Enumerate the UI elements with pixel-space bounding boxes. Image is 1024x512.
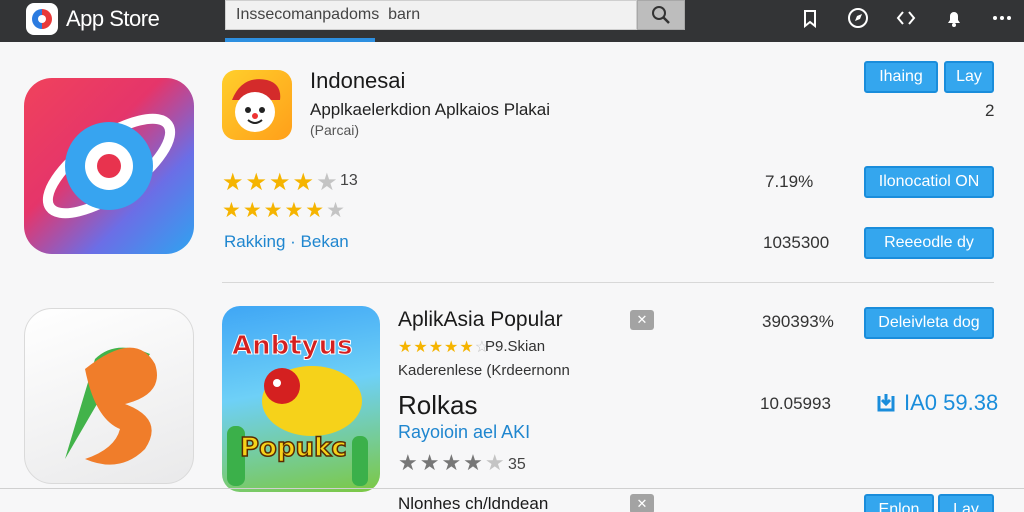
popular-count-stars: ★★★★★ bbox=[398, 450, 507, 475]
popular-app-subtitle: Kaderenlese (Krdeernonn bbox=[398, 362, 570, 379]
popular-icon-text-top: Anbtyus bbox=[232, 331, 353, 361]
popular-big-number: 10.05993 bbox=[760, 394, 831, 413]
close-icon[interactable]: ✕ bbox=[630, 494, 654, 512]
featured-side-number: 2 bbox=[985, 101, 995, 120]
list-divider bbox=[0, 488, 1024, 489]
popular-link[interactable]: Rayoioin ael AKI bbox=[398, 422, 530, 443]
featured-rating-stars: ★★★★★ bbox=[222, 169, 340, 196]
popular-action-button[interactable]: Deleivleta dog bbox=[864, 307, 994, 339]
search-input[interactable] bbox=[226, 1, 636, 29]
popular-rating-count: 35 bbox=[508, 456, 526, 473]
popular-headline: Rolkas bbox=[398, 390, 478, 420]
featured-percent: 7.19% bbox=[765, 172, 814, 191]
search-icon bbox=[652, 6, 670, 24]
featured-rating-count: 13 bbox=[340, 172, 358, 189]
popular-rating-text: P9.Skian bbox=[485, 338, 546, 355]
app-store-logo-icon bbox=[26, 3, 58, 35]
popular-percent: 390393% bbox=[762, 312, 834, 331]
featured-action-button-2[interactable]: Reeeodle dy bbox=[864, 227, 994, 259]
section-divider bbox=[222, 282, 994, 283]
search-box[interactable] bbox=[225, 0, 637, 30]
more-icon[interactable] bbox=[978, 6, 1024, 30]
popular-price[interactable]: IA0 59.38 bbox=[876, 390, 998, 416]
featured-secondary-stars: ★★★★★★ bbox=[222, 199, 347, 222]
notification-icon[interactable] bbox=[930, 6, 978, 30]
popular-icon-text-bottom: Popukc bbox=[240, 433, 347, 463]
featured-big-number: 1035300 bbox=[763, 233, 830, 252]
compass-icon[interactable] bbox=[834, 6, 882, 30]
popular-app-icon[interactable]: Anbtyus Popukc bbox=[222, 306, 380, 492]
featured-ranking-link[interactable]: Rakking · Bekan bbox=[224, 232, 349, 252]
next-primary-button[interactable]: Enlon bbox=[864, 494, 934, 512]
featured-app-subtitle: Applkaelerkdion Aplkaios Plakai bbox=[310, 100, 551, 119]
code-icon[interactable] bbox=[882, 6, 930, 30]
bookmark-icon[interactable] bbox=[786, 6, 834, 30]
close-icon[interactable]: ✕ bbox=[630, 310, 654, 330]
featured-app-icon[interactable] bbox=[222, 70, 292, 140]
main-content: Indonesai Applkaelerkdion Aplkaios Plaka… bbox=[0, 42, 1024, 512]
nav-icons bbox=[786, 6, 1024, 30]
next-secondary-button[interactable]: Lay bbox=[938, 494, 994, 512]
app-store-brand[interactable]: App Store bbox=[26, 3, 160, 35]
top-bar: App Store bbox=[0, 0, 1024, 42]
popular-rating-stars: ★★★★★☆ bbox=[398, 339, 491, 356]
featured-action-button-1[interactable]: Ilonocatiol ON bbox=[864, 166, 994, 198]
featured-app-title[interactable]: Indonesai bbox=[310, 68, 405, 94]
search-button[interactable] bbox=[637, 0, 685, 30]
featured-app-tag: (Parcai) bbox=[310, 122, 360, 138]
next-app-title[interactable]: Nlonhes ch/ldndean bbox=[398, 494, 548, 512]
featured-app-large-icon[interactable] bbox=[24, 78, 194, 254]
app-name: App Store bbox=[66, 6, 160, 31]
popular-price-value: IA0 59.38 bbox=[904, 390, 999, 415]
download-icon bbox=[877, 394, 895, 412]
popular-app-large-icon[interactable] bbox=[24, 308, 194, 484]
featured-secondary-button[interactable]: Lay bbox=[944, 61, 994, 93]
popular-app-title[interactable]: AplikAsia Popular bbox=[398, 308, 563, 332]
featured-primary-button[interactable]: Ihaing bbox=[864, 61, 938, 93]
